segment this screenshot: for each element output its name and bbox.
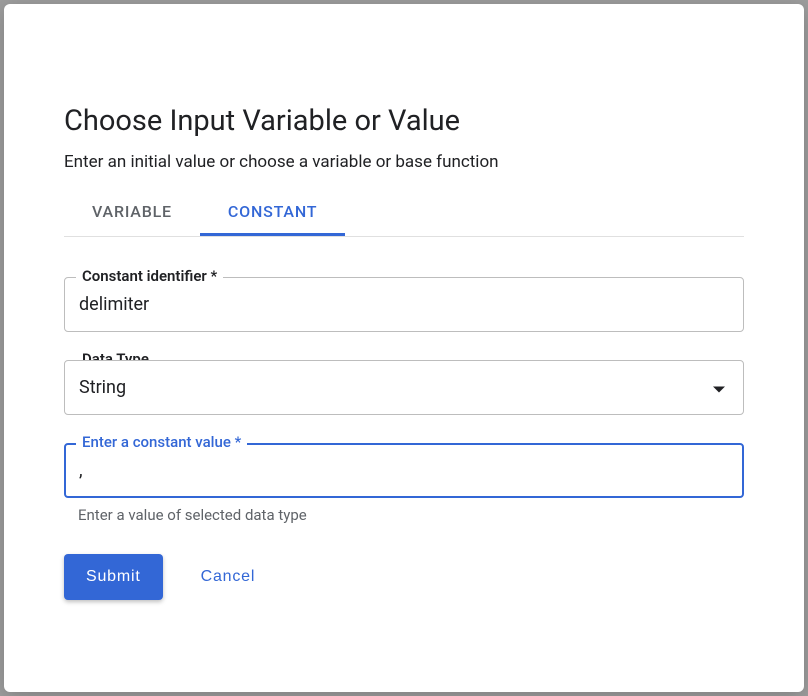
constant-identifier-label: Constant identifier * bbox=[76, 267, 223, 285]
tabs: Variable Constant bbox=[64, 190, 744, 237]
constant-identifier-input[interactable] bbox=[64, 277, 744, 332]
constant-value-helper: Enter a value of selected data type bbox=[78, 506, 744, 524]
constant-value-label: Enter a constant value * bbox=[76, 433, 247, 451]
button-row: Submit Cancel bbox=[64, 554, 744, 600]
tab-constant[interactable]: Constant bbox=[200, 190, 345, 236]
field-data-type: Data Type String bbox=[64, 360, 744, 415]
submit-button[interactable]: Submit bbox=[64, 554, 163, 600]
field-constant-identifier: Constant identifier * bbox=[64, 277, 744, 332]
data-type-select[interactable]: String bbox=[64, 360, 744, 415]
dialog-title: Choose Input Variable or Value bbox=[64, 104, 744, 138]
dialog-subtitle: Enter an initial value or choose a varia… bbox=[64, 152, 744, 172]
field-constant-value: Enter a constant value * Enter a value o… bbox=[64, 443, 744, 524]
data-type-select-wrapper: String bbox=[64, 360, 744, 415]
dialog: Choose Input Variable or Value Enter an … bbox=[4, 4, 804, 692]
cancel-button[interactable]: Cancel bbox=[191, 554, 266, 600]
tab-variable[interactable]: Variable bbox=[64, 190, 200, 236]
constant-value-input[interactable] bbox=[64, 443, 744, 498]
